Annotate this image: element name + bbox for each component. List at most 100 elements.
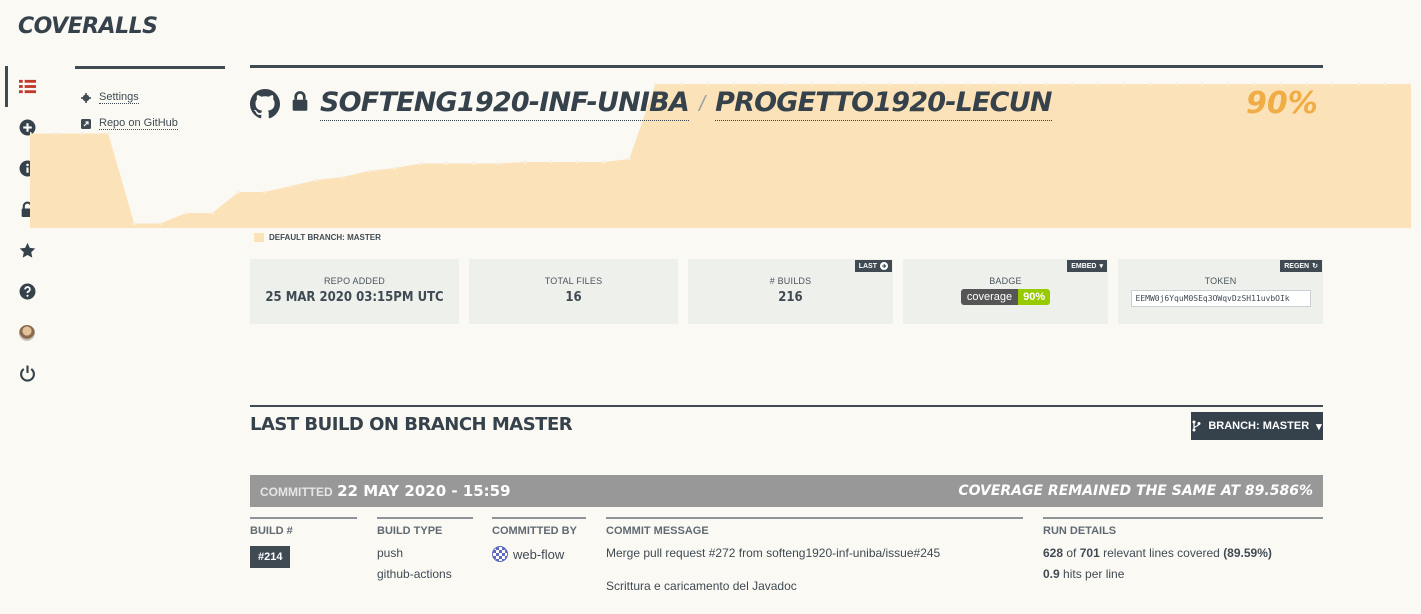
token-card: REGEN ↻ TOKEN EEMW0j6YquM0SEq3OWqvDzSH11… xyxy=(1118,259,1323,324)
coverage-point[interactable] xyxy=(393,166,397,170)
coverage-point[interactable] xyxy=(419,161,423,166)
token-field[interactable]: EEMW0j6YquM0SEq3OWqvDzSH11uvbOIk xyxy=(1130,290,1311,307)
branch-dropdown[interactable]: BRANCH: MASTER ▾ xyxy=(1191,412,1323,440)
total-files-card: TOTAL FILES 16 xyxy=(469,259,678,324)
build-number-column: BUILD # #214 xyxy=(250,517,357,568)
lines-covered-summary: 628 of 701 relevant lines covered (89.59… xyxy=(1043,546,1323,560)
coverage-point[interactable] xyxy=(289,184,293,188)
question-icon xyxy=(19,283,35,300)
coverage-point[interactable] xyxy=(1357,82,1361,86)
coverage-point[interactable] xyxy=(601,160,605,164)
refresh-icon: ↻ xyxy=(1312,263,1318,270)
coverage-point[interactable] xyxy=(627,157,631,161)
rail-avatar[interactable] xyxy=(0,312,54,353)
coverage-percentage: 90% xyxy=(1246,86,1318,121)
builds-value: 216 xyxy=(778,290,803,305)
coverage-point[interactable] xyxy=(445,161,449,166)
coverage-point[interactable] xyxy=(184,211,188,215)
build-type-service: github-actions xyxy=(377,567,452,581)
token-label: TOKEN xyxy=(1204,276,1237,286)
committer[interactable]: web-flow xyxy=(492,546,586,562)
coverage-point[interactable] xyxy=(158,221,162,226)
legend-swatch xyxy=(254,233,264,242)
coverage-point[interactable] xyxy=(210,211,214,215)
settings-link[interactable]: Settings xyxy=(81,91,225,104)
last-build-button[interactable]: LAST xyxy=(854,260,892,272)
coverage-point[interactable] xyxy=(1096,82,1100,86)
total-files-value: 16 xyxy=(565,290,582,305)
coverage-point[interactable] xyxy=(1200,82,1205,86)
badge-card: EMBED ▾ BADGE coverage 90% xyxy=(903,259,1108,324)
repo-github-link[interactable]: Repo on GitHub xyxy=(81,117,225,130)
last-build-label: LAST xyxy=(858,262,877,270)
lines-percentage: (89.59%) xyxy=(1223,546,1272,560)
rail-star[interactable] xyxy=(0,230,54,271)
repo-separator: / xyxy=(699,90,706,116)
repo-added-card: REPO ADDED 25 MAR 2020 03:15PM UTC xyxy=(250,259,459,324)
coverage-point[interactable] xyxy=(1383,82,1387,86)
regen-button[interactable]: REGEN ↻ xyxy=(1280,260,1322,272)
coverage-point[interactable] xyxy=(262,190,267,194)
coverage-point[interactable] xyxy=(549,160,553,164)
committed-info: COMMITTED 22 MAY 2020 - 15:59 xyxy=(260,482,511,501)
embed-label: EMBED xyxy=(1071,262,1097,270)
coverage-point[interactable] xyxy=(1331,82,1335,86)
committer-avatar xyxy=(492,546,508,562)
build-number-link[interactable]: #214 xyxy=(250,546,291,568)
coverage-point[interactable] xyxy=(54,131,58,136)
gear-icon xyxy=(81,92,91,103)
commit-message-column: COMMIT MESSAGE Merge pull request #272 f… xyxy=(606,517,1023,593)
coverage-point[interactable] xyxy=(367,169,371,173)
lock-icon xyxy=(292,91,308,111)
coverage-point[interactable] xyxy=(236,190,241,194)
power-icon xyxy=(19,365,35,382)
of-label: of xyxy=(1066,546,1077,560)
run-details-column: RUN DETAILS 628 of 701 relevant lines co… xyxy=(1043,517,1323,581)
coverage-point[interactable] xyxy=(1070,82,1074,86)
repo-stats: REPO ADDED 25 MAR 2020 03:15PM UTC TOTAL… xyxy=(250,259,1323,324)
badge-label: BADGE xyxy=(989,276,1022,286)
repo-owner-link[interactable]: SOFTENG1920-INF-UNIBA xyxy=(320,86,690,121)
badge-right: 90% xyxy=(1018,289,1051,305)
rail-logout[interactable] xyxy=(0,353,54,394)
external-link-icon xyxy=(81,118,91,129)
commit-message-header: COMMIT MESSAGE xyxy=(606,525,709,537)
legend-label: DEFAULT BRANCH: MASTER xyxy=(269,233,381,242)
coverage-point[interactable] xyxy=(471,161,475,166)
branch-dropdown-label: BRANCH: MASTER xyxy=(1208,420,1310,432)
total-files-label: TOTAL FILES xyxy=(544,276,603,286)
embed-button[interactable]: EMBED ▾ xyxy=(1067,260,1107,272)
caret-down-icon: ▾ xyxy=(1099,263,1103,270)
hits-value: 0.9 xyxy=(1043,567,1060,581)
coverage-point[interactable] xyxy=(523,160,527,164)
coveralls-logo[interactable]: COVERALLS xyxy=(18,14,158,39)
lines-covered: 628 xyxy=(1043,546,1064,560)
coverage-point[interactable] xyxy=(1227,82,1231,86)
coverage-point[interactable] xyxy=(497,161,501,166)
commit-message-line-1: Merge pull request #272 from softeng1920… xyxy=(606,546,941,560)
coverage-point[interactable] xyxy=(1148,82,1152,86)
coverage-badge[interactable]: coverage 90% xyxy=(960,289,1051,305)
coverage-point[interactable] xyxy=(341,175,345,179)
committed-by-column: COMMITTED BY web-flow xyxy=(492,517,586,562)
coverage-point[interactable] xyxy=(1122,82,1126,86)
repo-name-link[interactable]: PROGETTO1920-LECUN xyxy=(715,86,1052,121)
lines-total: 701 xyxy=(1079,546,1100,560)
section-rule xyxy=(250,405,1323,407)
badge-left: coverage xyxy=(960,289,1019,305)
avatar xyxy=(19,324,35,341)
github-icon[interactable] xyxy=(250,88,280,119)
commit-bar: COMMITTED 22 MAY 2020 - 15:59 COVERAGE R… xyxy=(250,475,1323,507)
coverage-point[interactable] xyxy=(315,178,319,182)
coverage-note: COVERAGE REMAINED THE SAME AT 89.586% xyxy=(958,483,1313,499)
builds-label: # BUILDS xyxy=(769,276,812,286)
side-menu: Settings Repo on GitHub xyxy=(75,66,225,143)
builds-card: LAST # BUILDS 216 xyxy=(688,259,893,324)
coverage-point[interactable] xyxy=(1174,82,1179,86)
lines-text: relevant lines covered xyxy=(1103,546,1220,560)
coverage-point[interactable] xyxy=(575,160,579,164)
coverage-point[interactable] xyxy=(132,221,136,226)
hits-summary: 0.9 hits per line xyxy=(1043,567,1323,581)
regen-label: REGEN xyxy=(1284,262,1310,270)
rail-help[interactable] xyxy=(0,271,54,312)
